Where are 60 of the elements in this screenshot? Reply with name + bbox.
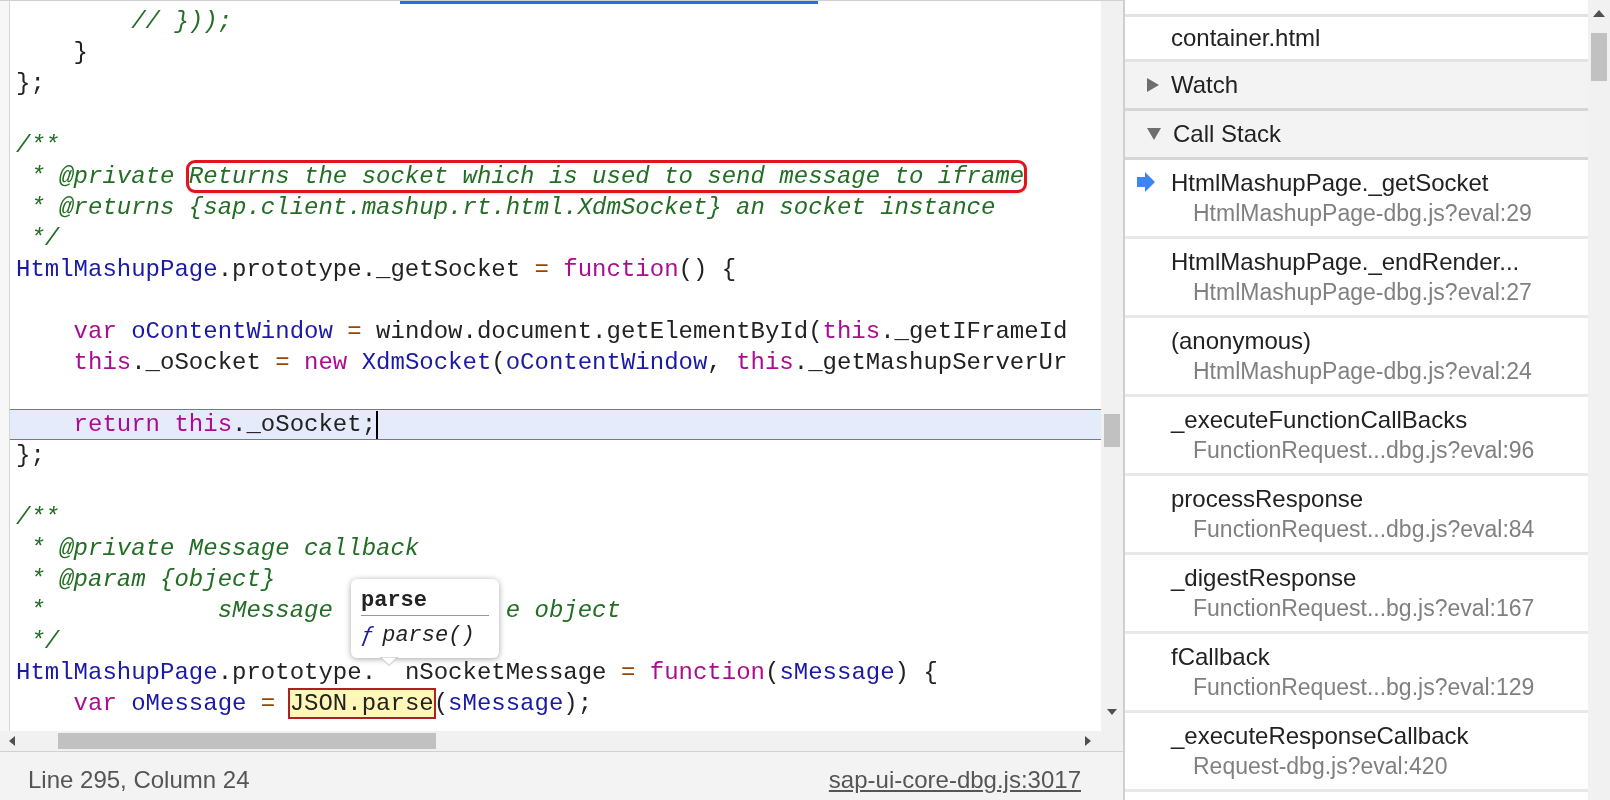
source-link[interactable]: sap-ui-core-dbg.js:3017 [828, 762, 1081, 798]
frame-location: Request-dbg.js?eval:420 [1193, 752, 1448, 781]
text-cursor [376, 410, 379, 439]
scrollbar-thumb[interactable] [58, 733, 436, 749]
function-icon: ƒ [361, 622, 375, 650]
code-line: */ [29, 224, 60, 253]
frame-location: FunctionRequest...bg.js?eval:129 [1193, 673, 1535, 702]
code-line: nSocketMessage = function(sMessage) { [404, 658, 938, 687]
frame-name: HtmlMashupPage._getSocket [1171, 168, 1489, 198]
tooltip-title: parse [361, 587, 489, 616]
section-title: Watch [1171, 70, 1239, 100]
code-line: return this._oSocket; [72, 410, 377, 439]
frame-location: FunctionRequest...dbg.js?eval:96 [1193, 436, 1535, 465]
code-line: } [72, 38, 88, 67]
frame-name: processResponse [1171, 484, 1364, 514]
scroll-up-icon[interactable] [1593, 10, 1605, 18]
code-line: * @param {object} [29, 565, 276, 594]
code-line: HtmlMashupPage.prototype. [16, 658, 377, 687]
scroll-right-icon[interactable] [1084, 736, 1092, 746]
code-line: * sMessage [29, 596, 333, 625]
tooltip-signature: parse() [382, 622, 475, 650]
code-line: HtmlMashupPage.prototype._getSocket = function() { [16, 255, 737, 284]
section-header[interactable]: Watch [1125, 62, 1588, 111]
code-line: var oContentWindow = window.document.getElementById(this._getIFrameId [72, 317, 1068, 346]
frame-name: fCallback [1171, 642, 1270, 672]
frame-name: _executeFunctionCallBacks [1171, 405, 1468, 435]
scrollbar-thumb[interactable] [1104, 414, 1120, 447]
code-line: */ [29, 627, 60, 656]
code-line: * @returns {sap.client.mashup.rt.html.XdmSocket} an socket instance [29, 193, 996, 222]
scrollbar-thumb[interactable] [1591, 33, 1607, 81]
code-line: var oMessage = JSON.parse(sMessage); [72, 689, 593, 718]
code-line: }; [16, 441, 45, 470]
expanded-triangle-icon [1147, 128, 1161, 140]
scrollbar-track[interactable] [1588, 0, 1610, 800]
code-line: /** [16, 503, 60, 532]
code-line: // })); [130, 7, 233, 36]
code-line: this._oSocket = new XdmSocket(oContentWindow, this._getMashupServerUr [72, 348, 1068, 377]
frame-name: (anonymous) [1171, 326, 1312, 356]
code-line: * @private Message callback [29, 534, 420, 563]
section-title: Call Stack [1173, 119, 1282, 149]
code-line: e object [505, 596, 621, 625]
frame-name: HtmlMashupPage._endRender... [1171, 247, 1520, 277]
scroll-down-icon[interactable] [1107, 708, 1117, 716]
thread-item[interactable]: container.html [1125, 14, 1588, 62]
section-header[interactable]: Call Stack [1125, 111, 1588, 160]
frame-name: _digestResponse [1171, 563, 1357, 593]
frame-location: HtmlMashupPage-dbg.js?eval:27 [1193, 278, 1532, 307]
collapsed-triangle-icon [1147, 78, 1159, 92]
cursor-position: Line 295, Column 24 [28, 765, 250, 795]
scroll-left-icon[interactable] [8, 736, 16, 746]
scrollbar-track[interactable] [1101, 1, 1123, 731]
code-line: }; [16, 69, 45, 98]
frame-location: FunctionRequest...dbg.js?eval:84 [1193, 515, 1535, 544]
scrollbar-track[interactable] [0, 731, 1123, 751]
frame-location: FunctionRequest...bg.js?eval:167 [1193, 594, 1535, 623]
code-line: /** [16, 131, 60, 160]
code-line: * @private Returns the socket which is used to send message to iframe [16, 162, 1025, 191]
frame-location: HtmlMashupPage-dbg.js?eval:24 [1193, 357, 1532, 386]
frame-name: _executeResponseCallback [1171, 721, 1469, 751]
frame-location: HtmlMashupPage-dbg.js?eval:29 [1193, 199, 1532, 228]
